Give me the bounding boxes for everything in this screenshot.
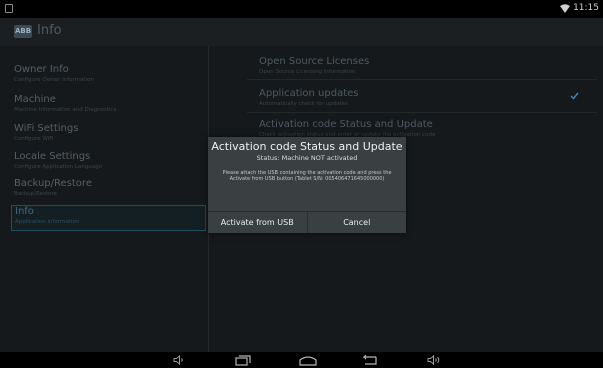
home-icon[interactable] bbox=[299, 355, 317, 366]
activate-from-usb-button[interactable]: Activate from USB bbox=[208, 212, 307, 233]
recent-apps-icon[interactable] bbox=[235, 355, 251, 366]
navigation-bar bbox=[0, 352, 603, 368]
back-icon[interactable] bbox=[361, 355, 377, 366]
dialog-message: Please attach the USB containing the act… bbox=[222, 170, 392, 182]
cancel-button[interactable]: Cancel bbox=[306, 212, 407, 233]
volume-up-icon[interactable] bbox=[427, 355, 441, 365]
activation-dialog: Activation code Status and Update Status… bbox=[208, 137, 406, 233]
dialog-status: Status: Machine NOT activated bbox=[256, 154, 358, 162]
dialog-scrim: Activation code Status and Update Status… bbox=[0, 0, 603, 352]
dialog-buttons: Activate from USB Cancel bbox=[208, 211, 406, 233]
volume-down-icon[interactable] bbox=[173, 355, 185, 365]
dialog-title: Activation code Status and Update bbox=[211, 140, 403, 153]
